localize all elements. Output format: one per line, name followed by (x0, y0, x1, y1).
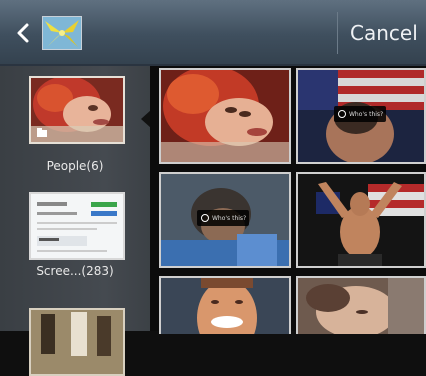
face-tag-badge[interactable]: Who's this? (334, 106, 386, 122)
face-tag-badge[interactable]: Who's this? (197, 210, 249, 226)
photo-tile[interactable]: Who's this? (159, 172, 291, 268)
photo-tile[interactable] (296, 276, 426, 334)
album-label: Scree...(283) (36, 264, 114, 278)
face-tag-label: Who's this? (212, 214, 247, 222)
photo-tile[interactable] (159, 276, 291, 334)
face-tag-ring-icon (201, 214, 209, 222)
action-bar: Cancel (0, 0, 426, 66)
back-button[interactable] (12, 20, 36, 46)
album-thumbnail (29, 192, 125, 260)
album-thumbnail (29, 76, 125, 144)
album-screenshots[interactable]: Scree...(283) (0, 190, 150, 280)
cancel-button[interactable]: Cancel (350, 20, 418, 46)
album-other[interactable] (0, 306, 150, 376)
action-bar-divider (337, 12, 338, 54)
gallery-app-icon[interactable] (42, 16, 82, 50)
album-sidebar: People(6) Scree...(283) (0, 66, 150, 376)
photo-tile[interactable] (296, 172, 426, 268)
photo-tile[interactable] (159, 68, 291, 164)
album-people[interactable]: People(6) (0, 74, 150, 174)
photo-grid: Who's this? Who's this? (150, 66, 426, 334)
face-tag-ring-icon (338, 110, 346, 118)
face-tag-label: Who's this? (349, 110, 384, 118)
album-thumbnail (29, 308, 125, 376)
photo-tile[interactable]: Who's this? (296, 68, 426, 164)
album-label: People(6) (46, 159, 104, 173)
chevron-left-icon (17, 23, 29, 43)
